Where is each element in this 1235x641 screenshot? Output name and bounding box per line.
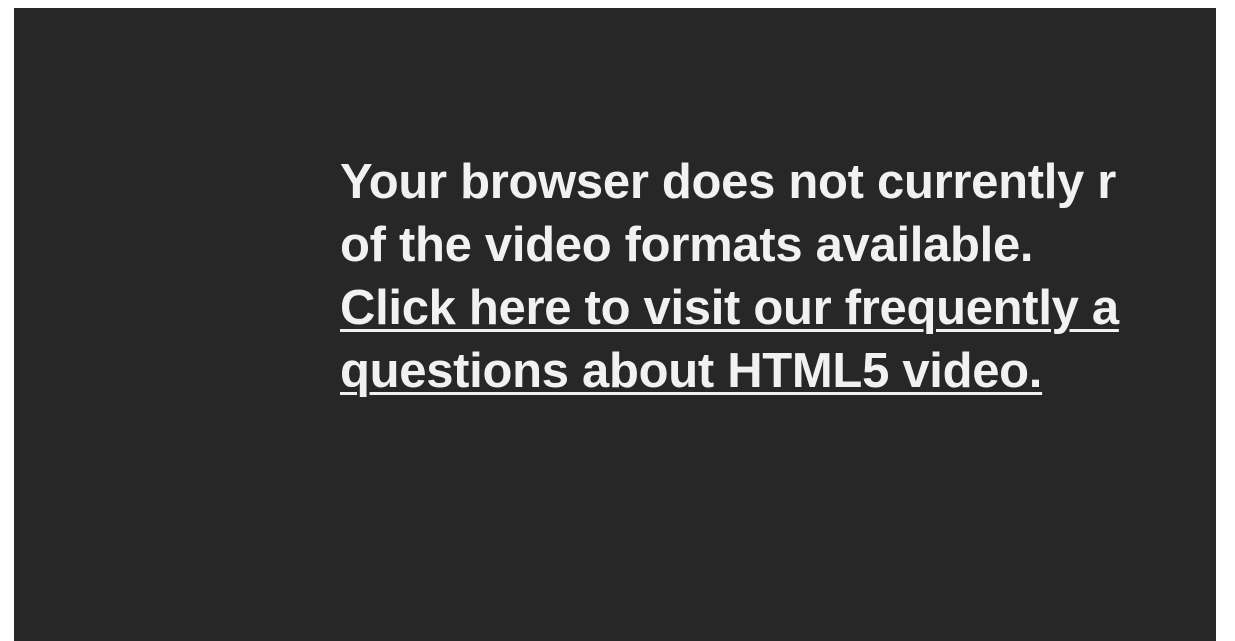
- error-message-line-2: of the video formats available.: [340, 218, 1034, 272]
- video-player[interactable]: Your browser does not currently r of the…: [14, 8, 1216, 641]
- error-message-line-1: Your browser does not currently r: [340, 155, 1117, 209]
- html5-video-faq-link[interactable]: Click here to visit our frequently a que…: [340, 277, 1216, 403]
- unsupported-format-message: Your browser does not currently r of the…: [340, 151, 1216, 403]
- faq-link-line-1[interactable]: Click here to visit our frequently a: [340, 277, 1216, 340]
- page: Your browser does not currently r of the…: [0, 0, 1235, 641]
- faq-link-line-2[interactable]: questions about HTML5 video.: [340, 340, 1216, 403]
